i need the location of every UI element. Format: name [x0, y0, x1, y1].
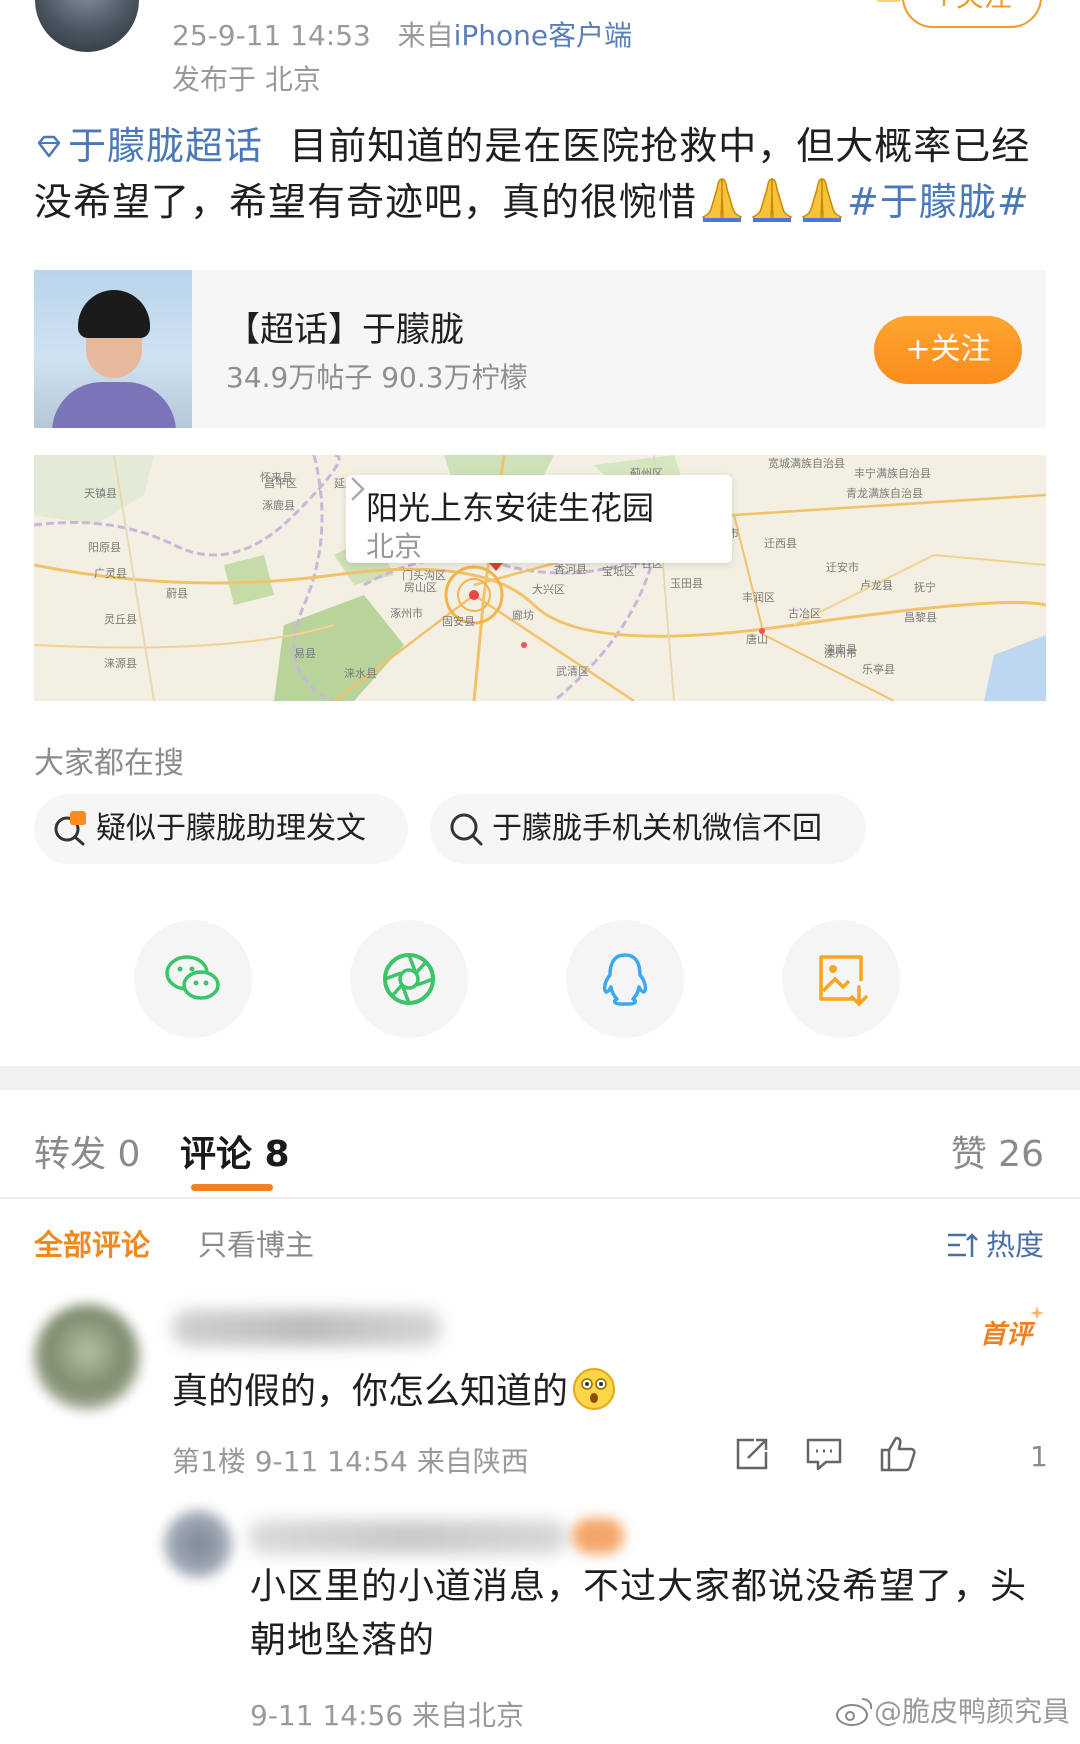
filter-all-comments[interactable]: 全部评论	[34, 1222, 150, 1264]
save-image-icon	[819, 955, 868, 1007]
weibo-logo-icon	[836, 1698, 873, 1726]
qq-icon	[602, 953, 648, 1006]
location-name: 阳光上东安徒生花园	[366, 489, 655, 527]
wechat-icon	[165, 955, 220, 1000]
tab-repost[interactable]: 转发 0	[34, 1125, 140, 1177]
map-place-label: 滦南县	[824, 643, 857, 656]
shocked-emoji	[573, 1368, 616, 1410]
watermark: @脆皮鸭颜究員	[834, 1690, 1070, 1730]
map-place-label: 丰润区	[742, 591, 775, 604]
like-comment-icon[interactable]	[878, 1434, 918, 1474]
map-place-label: 迁西县	[764, 537, 797, 550]
commenter-avatar[interactable]	[34, 1304, 140, 1410]
map-place-label: 涿州市	[390, 607, 423, 620]
sort-button[interactable]: 热度	[946, 1222, 1044, 1264]
location-map[interactable]: 北京三河市香河县廊坊涿州市固安县蓟州区遵化市迁西县迁安市丰润区唐山玉田县滦州市乐…	[34, 455, 1046, 701]
chevron-right-icon	[351, 477, 365, 501]
map-place-label: 丰宁满族自治县	[854, 467, 931, 480]
repost-comment-icon[interactable]	[732, 1434, 772, 1474]
reply-meta: 9-11 14:56 来自北京	[250, 1699, 525, 1732]
comment-like-count: 1	[1030, 1440, 1048, 1473]
search-icon	[450, 813, 483, 846]
map-place-label: 抚宁	[914, 581, 936, 594]
post-meta: 25-9-11 14:53 来自iPhone客户端	[172, 14, 632, 54]
map-place-label: 涞水县	[344, 667, 377, 680]
share-wechat-button[interactable]	[134, 920, 252, 1038]
topic-title: 【超话】于朦胧	[226, 310, 464, 350]
reply-comment-icon[interactable]	[804, 1434, 844, 1474]
map-place-label: 迁安市	[826, 561, 859, 574]
map-place-label: 涿鹿县	[262, 499, 295, 512]
topic-stats: 34.9万帖子 90.3万柠檬	[226, 361, 528, 394]
map-place-label: 昌平区	[264, 477, 297, 490]
map-place-label: 宽城满族自治县	[768, 457, 845, 470]
trending-chip[interactable]: 疑似于朦胧助理发文	[34, 794, 408, 864]
map-place-label: 廊坊	[512, 609, 534, 622]
location-card[interactable]: 阳光上东安徒生花园 北京	[346, 475, 732, 563]
location-city: 北京	[366, 530, 423, 563]
map-place-label: 易县	[294, 647, 316, 660]
map-place-label: 蔚县	[166, 587, 188, 600]
section-divider	[0, 1066, 1080, 1090]
map-place-label: 青龙满族自治县	[846, 487, 923, 500]
map-place-label: 卢龙县	[860, 579, 893, 592]
map-place-label: 武清区	[556, 665, 589, 678]
map-place-label: 玉田县	[670, 577, 703, 590]
hashtag-link[interactable]: #于朦胧#	[847, 180, 1030, 224]
post-from-label: 来自	[397, 19, 454, 52]
hot-search-icon	[54, 811, 86, 846]
active-tab-indicator	[191, 1184, 273, 1191]
first-comment-badge: 首评	[980, 1306, 1044, 1351]
super-topic-card[interactable]: 【超话】于朦胧 34.9万帖子 90.3万柠檬 +关注	[34, 270, 1046, 428]
map-place-label: 古冶区	[788, 607, 821, 620]
tabs-divider	[0, 1197, 1080, 1199]
diamond-icon	[37, 135, 61, 158]
reply-name-blurred[interactable]	[248, 1520, 568, 1554]
super-topic-link[interactable]: 于朦胧超话	[34, 124, 263, 168]
post-time: 25-9-11 14:53	[172, 19, 371, 52]
pray-emoji	[697, 178, 847, 224]
topic-thumbnail	[34, 270, 192, 428]
post-content: 于朦胧超话 目前知道的是在医院抢救中，但大概率已经没希望了，希望有奇迹吧，真的很…	[34, 118, 1044, 230]
share-moments-button[interactable]	[350, 920, 468, 1038]
map-place-label: 乐亭县	[862, 663, 895, 676]
reply-avatar[interactable]	[164, 1510, 232, 1578]
author-avatar[interactable]	[35, 0, 139, 52]
post-source[interactable]: iPhone客户端	[454, 19, 633, 52]
reply-badge-blurred	[572, 1518, 624, 1554]
map-place-label: 唐山	[746, 633, 768, 646]
sparkle-icon	[1030, 1306, 1044, 1320]
topic-follow-button[interactable]: +关注	[874, 316, 1022, 384]
map-place-label: 广灵县	[94, 567, 127, 580]
share-qq-button[interactable]	[566, 920, 684, 1038]
map-place-label: 固安县	[442, 615, 475, 628]
trending-chip[interactable]: 于朦胧手机关机微信不回	[430, 794, 866, 864]
map-place-label: 昌黎县	[904, 611, 937, 624]
follow-author-button[interactable]: +关注	[874, 0, 1042, 28]
map-place-label: 涞源县	[104, 657, 137, 670]
comment-meta: 第1楼 9-11 14:54 来自陕西	[172, 1445, 529, 1478]
moments-icon	[383, 953, 435, 1005]
reply-text: 小区里的小道消息，不过大家都说没希望了，头朝地坠落的	[250, 1566, 1028, 1661]
save-image-button[interactable]	[782, 920, 900, 1038]
trending-title: 大家都在搜	[34, 746, 184, 781]
comment-text: 真的假的，你怎么知道的	[172, 1362, 616, 1414]
filter-author-only[interactable]: 只看博主	[198, 1222, 314, 1264]
sort-icon	[947, 1233, 978, 1257]
follow-decoration	[874, 0, 904, 2]
map-place-label: 香河县	[554, 563, 587, 576]
tab-comments[interactable]: 评论 8	[180, 1125, 290, 1177]
map-place-label: 天镇县	[84, 487, 117, 500]
map-place-label: 阳原县	[88, 541, 121, 554]
post-header: 25-9-11 14:53 来自iPhone客户端 发布于 北京 +关注	[0, 0, 1080, 105]
map-place-label: 灵丘县	[104, 613, 137, 626]
map-place-label: 大兴区	[532, 583, 565, 596]
commenter-name-blurred[interactable]	[172, 1310, 442, 1346]
post-location: 发布于 北京	[172, 63, 321, 96]
map-place-label: 房山区	[404, 581, 437, 594]
tab-likes[interactable]: 赞 26	[951, 1125, 1044, 1177]
